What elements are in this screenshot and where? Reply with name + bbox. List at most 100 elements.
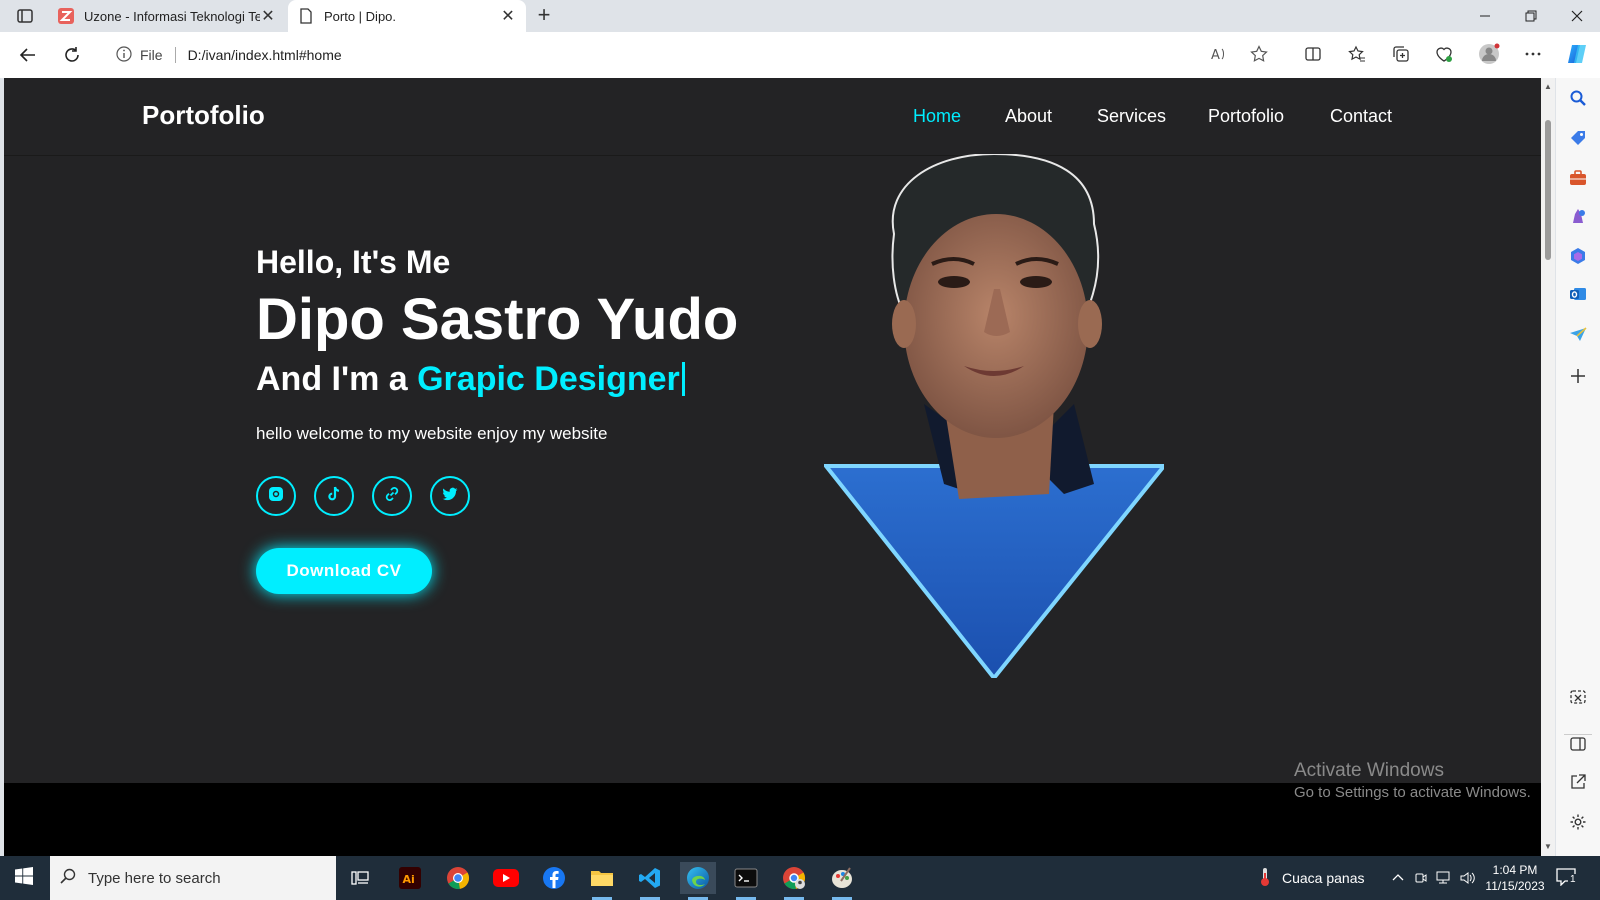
- weather-widget[interactable]: Cuaca panas: [1258, 856, 1365, 900]
- clock-date: 11/15/2023: [1485, 879, 1545, 893]
- illustrator-icon[interactable]: Ai: [392, 862, 428, 894]
- page-scrollbar[interactable]: ▲ ▼: [1541, 78, 1555, 856]
- notifications-button[interactable]: 1: [1556, 856, 1578, 900]
- games-icon[interactable]: [1568, 206, 1588, 226]
- read-aloud-icon[interactable]: A: [1208, 43, 1230, 65]
- drop-icon[interactable]: [1568, 324, 1588, 344]
- refresh-button[interactable]: [58, 41, 86, 69]
- new-tab-button[interactable]: +: [532, 4, 556, 28]
- browser-essentials-icon[interactable]: [1433, 43, 1455, 65]
- tab-actions-icon[interactable]: [10, 5, 40, 27]
- hero-tagline: hello welcome to my website enjoy my web…: [256, 424, 608, 443]
- split-screen-icon[interactable]: [1302, 43, 1324, 65]
- edge-sidebar: [1556, 78, 1600, 856]
- close-window-button[interactable]: [1554, 0, 1600, 32]
- terminal-icon[interactable]: [728, 862, 764, 900]
- tray-chevron-icon[interactable]: [1392, 856, 1404, 900]
- clock-time: 1:04 PM: [1492, 863, 1538, 877]
- hero-name: Dipo Sastro Yudo: [256, 287, 739, 352]
- weather-text: Cuaca panas: [1282, 870, 1365, 886]
- minimize-button[interactable]: [1462, 0, 1508, 32]
- more-options-icon[interactable]: [1522, 43, 1544, 65]
- collections-icon[interactable]: [1390, 43, 1412, 65]
- restore-button[interactable]: [1508, 0, 1554, 32]
- hero-role: And I'm a Grapic Designer: [256, 360, 685, 399]
- address-bar[interactable]: File D:/ivan/index.html#home: [100, 36, 1284, 74]
- nav-about[interactable]: About: [1005, 106, 1052, 127]
- nav-portofolio[interactable]: Portofolio: [1208, 106, 1284, 127]
- notification-icon: 1: [1556, 867, 1578, 889]
- typing-cursor: [681, 362, 685, 396]
- taskbar-search[interactable]: Type here to search: [50, 856, 336, 900]
- scroll-down-icon[interactable]: ▼: [1543, 842, 1553, 851]
- profile-photo: [821, 152, 1169, 682]
- tiktok-icon: [325, 485, 343, 508]
- scroll-thumb[interactable]: [1545, 120, 1551, 260]
- tab-title: Uzone - Informasi Teknologi Terk: [84, 8, 260, 24]
- favorite-star-icon[interactable]: [1248, 43, 1270, 65]
- vscode-icon[interactable]: [632, 862, 668, 900]
- hero-greeting: Hello, It's Me: [256, 244, 451, 280]
- url-text[interactable]: D:/ivan/index.html#home: [188, 47, 342, 63]
- browser-toolbar: File D:/ivan/index.html#home A: [0, 32, 1600, 78]
- instagram-link[interactable]: [256, 476, 296, 516]
- meet-now-icon[interactable]: [1414, 856, 1428, 900]
- youtube-icon[interactable]: [488, 862, 524, 894]
- nav-home[interactable]: Home: [913, 106, 961, 127]
- task-view-icon[interactable]: [342, 862, 378, 894]
- sidebar-toggle-icon[interactable]: [1568, 734, 1588, 754]
- role-prefix: And I'm a: [256, 360, 408, 398]
- add-icon[interactable]: [1568, 366, 1588, 386]
- link-icon: [383, 485, 401, 508]
- network-icon[interactable]: [1436, 856, 1452, 900]
- search-placeholder: Type here to search: [88, 869, 221, 887]
- instagram-icon: [267, 485, 285, 508]
- paint-icon[interactable]: [824, 862, 860, 900]
- profile-avatar-icon[interactable]: [1478, 43, 1500, 65]
- search-icon[interactable]: [1568, 88, 1588, 108]
- search-icon: [60, 868, 76, 888]
- page-viewport: Portofolio Home About Services Portofoli…: [4, 78, 1541, 856]
- screenshot-icon[interactable]: [1568, 688, 1588, 708]
- scroll-up-icon[interactable]: ▲: [1543, 82, 1553, 91]
- windows-logo-icon: [15, 866, 33, 890]
- info-icon[interactable]: [116, 45, 132, 65]
- tab-close-icon[interactable]: ✕: [260, 6, 276, 26]
- twitter-link[interactable]: [430, 476, 470, 516]
- start-button[interactable]: [0, 856, 48, 900]
- nav-contact[interactable]: Contact: [1330, 106, 1392, 127]
- settings-gear-icon[interactable]: [1568, 812, 1588, 832]
- tab-uzone[interactable]: Uzone - Informasi Teknologi Terk ✕: [48, 0, 286, 32]
- facebook-icon[interactable]: [536, 862, 572, 894]
- svg-text:A: A: [1211, 48, 1220, 63]
- site-logo[interactable]: Portofolio: [142, 100, 265, 131]
- tab-porto[interactable]: Porto | Dipo. ✕: [288, 0, 526, 32]
- favorites-icon[interactable]: [1346, 43, 1368, 65]
- tiktok-link[interactable]: [314, 476, 354, 516]
- open-external-icon[interactable]: [1568, 772, 1588, 792]
- system-clock[interactable]: 1:04 PM 11/15/2023: [1480, 862, 1550, 894]
- role-highlight: Grapic Designer: [417, 360, 680, 398]
- nav-services[interactable]: Services: [1097, 106, 1166, 127]
- link-link[interactable]: [372, 476, 412, 516]
- outlook-icon[interactable]: [1568, 284, 1588, 304]
- uzone-favicon-icon: [58, 8, 74, 24]
- shopping-tag-icon[interactable]: [1568, 128, 1588, 148]
- file-explorer-icon[interactable]: [584, 862, 620, 900]
- thermometer-icon: [1258, 867, 1272, 890]
- copilot-icon[interactable]: [1566, 43, 1588, 65]
- chrome-icon[interactable]: [440, 862, 476, 894]
- address-separator: [174, 47, 176, 63]
- back-button[interactable]: [14, 41, 42, 69]
- site-header: Portofolio Home About Services Portofoli…: [4, 78, 1541, 156]
- chrome-profile-icon[interactable]: [776, 862, 812, 900]
- edge-icon[interactable]: [680, 862, 716, 900]
- activate-windows-text: Go to Settings to activate Windows.: [1294, 784, 1531, 801]
- tab-close-icon[interactable]: ✕: [500, 6, 516, 26]
- download-cv-button[interactable]: Download CV: [256, 548, 432, 594]
- browser-tab-strip: Uzone - Informasi Teknologi Terk ✕ Porto…: [0, 0, 1600, 32]
- volume-icon[interactable]: [1460, 856, 1476, 900]
- microsoft-365-icon[interactable]: [1568, 246, 1588, 266]
- tools-icon[interactable]: [1568, 168, 1588, 188]
- activate-windows-title: Activate Windows: [1294, 760, 1444, 781]
